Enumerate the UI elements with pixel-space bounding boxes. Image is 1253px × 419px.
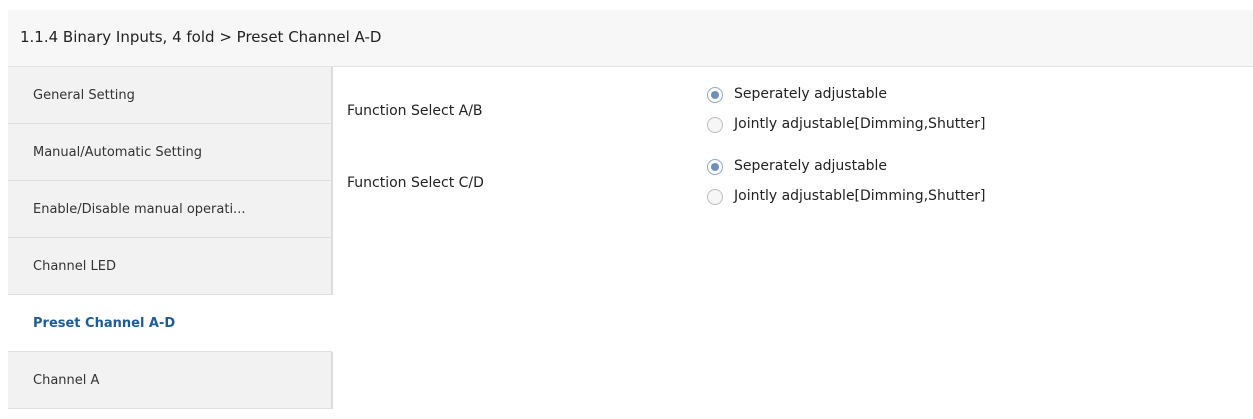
page-title: 1.1.4 Binary Inputs, 4 fold > Preset Cha…: [20, 28, 382, 46]
sidebar-item-manual-automatic-setting[interactable]: Manual/Automatic Setting: [8, 124, 333, 181]
sidebar-item-label: Preset Channel A-D: [33, 316, 176, 331]
function-select-ab-label: Function Select A/B: [347, 103, 483, 119]
sidebar-item-preset-channel-a-d[interactable]: Preset Channel A-D: [8, 295, 333, 352]
sidebar-item-channel-a[interactable]: Channel A: [8, 352, 333, 409]
function-select-ab-option-separately[interactable]: Seperately adjustable: [707, 85, 1127, 107]
radio-option-label: Jointly adjustable[Dimming,Shutter]: [734, 188, 986, 204]
function-select-ab-option-jointly[interactable]: Jointly adjustable[Dimming,Shutter]: [707, 115, 1127, 137]
function-select-cd-option-jointly[interactable]: Jointly adjustable[Dimming,Shutter]: [707, 187, 1127, 209]
radio-button-checked[interactable]: [707, 87, 723, 103]
sidebar-item-label: Enable/Disable manual operati...: [33, 202, 246, 217]
radio-button-checked[interactable]: [707, 159, 723, 175]
sidebar: General Setting Manual/Automatic Setting…: [8, 67, 333, 419]
radio-option-label: Jointly adjustable[Dimming,Shutter]: [734, 116, 986, 132]
sidebar-item-label: Channel A: [33, 373, 100, 388]
radio-option-label: Seperately adjustable: [734, 158, 888, 174]
radio-button-unchecked[interactable]: [707, 117, 723, 133]
sidebar-item-label: Channel LED: [33, 259, 116, 274]
sidebar-item-channel-led[interactable]: Channel LED: [8, 238, 333, 295]
function-select-cd-label: Function Select C/D: [347, 175, 484, 191]
sidebar-item-label: General Setting: [33, 88, 135, 103]
radio-button-unchecked[interactable]: [707, 189, 723, 205]
sidebar-item-general-setting[interactable]: General Setting: [8, 67, 333, 124]
sidebar-item-enable-disable-manual-operation[interactable]: Enable/Disable manual operati...: [8, 181, 333, 238]
radio-option-label: Seperately adjustable: [734, 86, 888, 102]
breadcrumb-header: 1.1.4 Binary Inputs, 4 fold > Preset Cha…: [8, 10, 1253, 67]
function-select-cd-option-separately[interactable]: Seperately adjustable: [707, 157, 1127, 179]
sidebar-item-label: Manual/Automatic Setting: [33, 145, 202, 160]
